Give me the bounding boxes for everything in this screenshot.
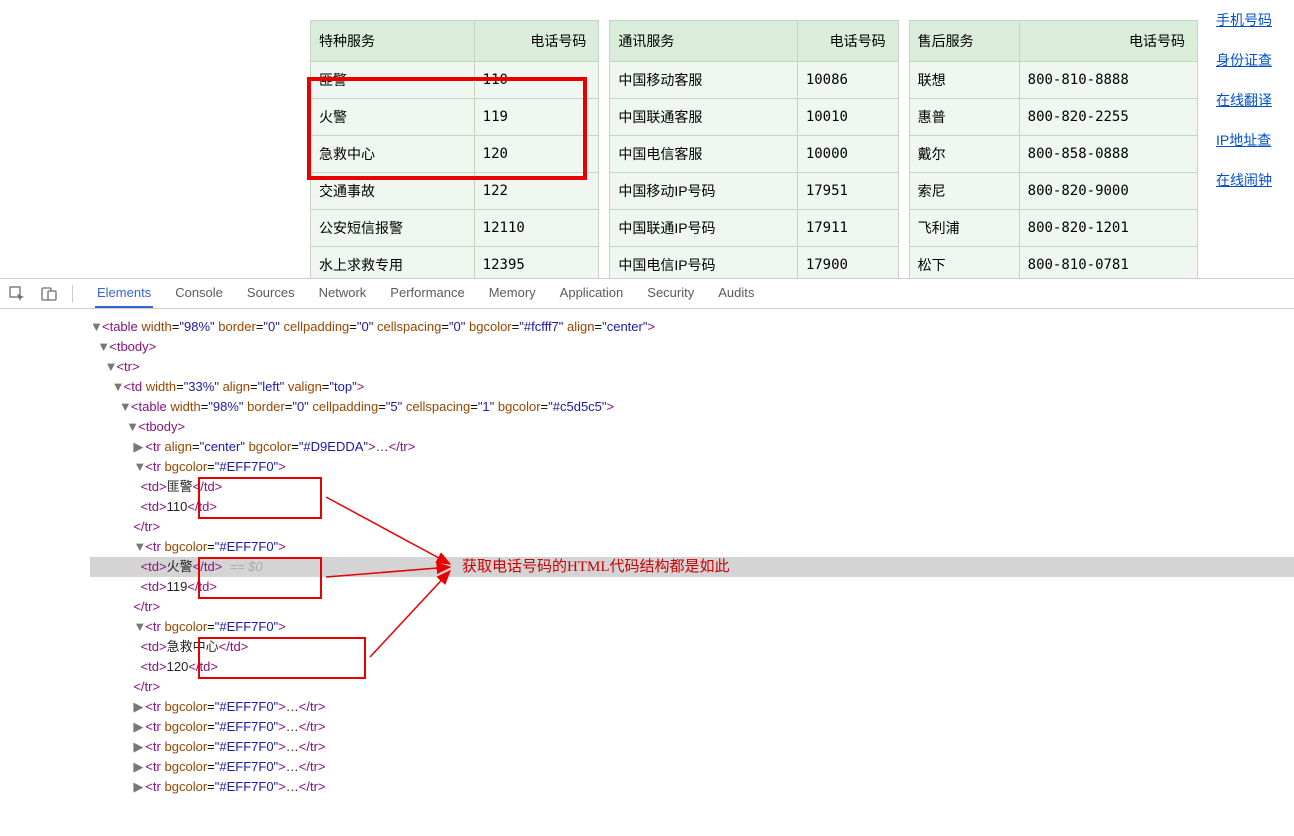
col-header: 电话号码 bbox=[475, 21, 599, 61]
col-header: 电话号码 bbox=[798, 21, 898, 61]
cell-name: 松下 bbox=[910, 247, 1019, 278]
devtools-tab-console[interactable]: Console bbox=[173, 279, 225, 308]
cell-number: 122 bbox=[475, 173, 599, 209]
col-header: 电话号码 bbox=[1020, 21, 1197, 61]
cell-number: 17951 bbox=[798, 173, 898, 209]
table-row: 联想800-810-8888 bbox=[910, 62, 1197, 98]
devtools-tab-security[interactable]: Security bbox=[645, 279, 696, 308]
cell-name: 交通事故 bbox=[311, 173, 474, 209]
cell-number: 800-810-0781 bbox=[1020, 247, 1197, 278]
cell-name: 水上求救专用 bbox=[311, 247, 474, 278]
table-comm-services: 通讯服务电话号码 中国移动客服10086中国联通客服10010中国电信客服100… bbox=[609, 20, 898, 278]
cell-number: 800-858-0888 bbox=[1020, 136, 1197, 172]
comm-services-table-container: 通讯服务电话号码 中国移动客服10086中国联通客服10010中国电信客服100… bbox=[609, 20, 898, 278]
table-row: 交通事故122 bbox=[311, 173, 598, 209]
cell-name: 戴尔 bbox=[910, 136, 1019, 172]
table-row: 中国电信IP号码17900 bbox=[610, 247, 897, 278]
table-row: 匪警110 bbox=[311, 62, 598, 98]
inspect-icon[interactable] bbox=[8, 285, 26, 303]
table-row: 中国联通客服10010 bbox=[610, 99, 897, 135]
device-toggle-icon[interactable] bbox=[40, 285, 58, 303]
table-row: 中国移动客服10086 bbox=[610, 62, 897, 98]
table-row: 中国电信客服10000 bbox=[610, 136, 897, 172]
table-row: 急救中心120 bbox=[311, 136, 598, 172]
aftersale-services-table-container: 售后服务电话号码 联想800-810-8888惠普800-820-2255戴尔8… bbox=[909, 20, 1198, 278]
devtools-panel: Elements Console Sources Network Performance… bbox=[0, 278, 1294, 817]
table-special-services: 特种服务电话号码 匪警110火警119急救中心120交通事故122公安短信报警1… bbox=[310, 20, 599, 278]
table-row: 惠普800-820-2255 bbox=[910, 99, 1197, 135]
sidebar-links: 手机号码 身份证查 在线翻译 IP地址查 在线闹钟 bbox=[1208, 0, 1294, 278]
cell-name: 中国移动客服 bbox=[610, 62, 797, 98]
cell-number: 10010 bbox=[798, 99, 898, 135]
cell-name: 中国移动IP号码 bbox=[610, 173, 797, 209]
cell-name: 中国联通客服 bbox=[610, 99, 797, 135]
cell-name: 匪警 bbox=[311, 62, 474, 98]
cell-number: 12395 bbox=[475, 247, 599, 278]
cell-number: 17900 bbox=[798, 247, 898, 278]
cell-name: 火警 bbox=[311, 99, 474, 135]
table-row: 公安短信报警12110 bbox=[311, 210, 598, 246]
cell-number: 800-810-8888 bbox=[1020, 62, 1197, 98]
sidebar-link[interactable]: 在线翻译 bbox=[1208, 80, 1294, 120]
cell-number: 120 bbox=[475, 136, 599, 172]
cell-number: 800-820-9000 bbox=[1020, 173, 1197, 209]
table-row: 中国联通IP号码17911 bbox=[610, 210, 897, 246]
devtools-tab-performance[interactable]: Performance bbox=[388, 279, 466, 308]
col-header: 特种服务 bbox=[311, 21, 474, 61]
cell-number: 12110 bbox=[475, 210, 599, 246]
cell-number: 10086 bbox=[798, 62, 898, 98]
table-row: 戴尔800-858-0888 bbox=[910, 136, 1197, 172]
cell-name: 中国电信客服 bbox=[610, 136, 797, 172]
devtools-tab-sources[interactable]: Sources bbox=[245, 279, 297, 308]
sidebar-link[interactable]: 在线闹钟 bbox=[1208, 160, 1294, 200]
cell-name: 索尼 bbox=[910, 173, 1019, 209]
cell-name: 公安短信报警 bbox=[311, 210, 474, 246]
sidebar-link[interactable]: IP地址查 bbox=[1208, 120, 1294, 160]
cell-number: 10000 bbox=[798, 136, 898, 172]
devtools-tab-elements[interactable]: Elements bbox=[95, 279, 153, 308]
col-header: 通讯服务 bbox=[610, 21, 797, 61]
cell-name: 联想 bbox=[910, 62, 1019, 98]
devtools-tab-memory[interactable]: Memory bbox=[487, 279, 538, 308]
sidebar-link[interactable]: 手机号码 bbox=[1208, 0, 1294, 40]
cell-number: 17911 bbox=[798, 210, 898, 246]
table-row: 飞利浦800-820-1201 bbox=[910, 210, 1197, 246]
cell-number: 800-820-1201 bbox=[1020, 210, 1197, 246]
cell-name: 急救中心 bbox=[311, 136, 474, 172]
annotation-text: 获取电话号码的HTML代码结构都是如此 bbox=[462, 557, 730, 577]
table-row: 火警119 bbox=[311, 99, 598, 135]
cell-number: 119 bbox=[475, 99, 599, 135]
cell-name: 中国电信IP号码 bbox=[610, 247, 797, 278]
devtools-tab-audits[interactable]: Audits bbox=[716, 279, 756, 308]
cell-number: 800-820-2255 bbox=[1020, 99, 1197, 135]
dom-tree[interactable]: ▼<table width="98%" border="0" cellpaddi… bbox=[0, 309, 1294, 817]
table-aftersale-services: 售后服务电话号码 联想800-810-8888惠普800-820-2255戴尔8… bbox=[909, 20, 1198, 278]
table-row: 索尼800-820-9000 bbox=[910, 173, 1197, 209]
sidebar-link[interactable]: 身份证查 bbox=[1208, 40, 1294, 80]
devtools-tab-application[interactable]: Application bbox=[558, 279, 626, 308]
devtools-tab-network[interactable]: Network bbox=[317, 279, 369, 308]
cell-number: 110 bbox=[475, 62, 599, 98]
table-row: 松下800-810-0781 bbox=[910, 247, 1197, 278]
col-header: 售后服务 bbox=[910, 21, 1019, 61]
table-row: 水上求救专用12395 bbox=[311, 247, 598, 278]
cell-name: 惠普 bbox=[910, 99, 1019, 135]
devtools-toolbar: Elements Console Sources Network Performance… bbox=[0, 279, 1294, 309]
cell-name: 飞利浦 bbox=[910, 210, 1019, 246]
cell-name: 中国联通IP号码 bbox=[610, 210, 797, 246]
table-row: 中国移动IP号码17951 bbox=[610, 173, 897, 209]
special-services-table-container: 特种服务电话号码 匪警110火警119急救中心120交通事故122公安短信报警1… bbox=[310, 20, 599, 278]
